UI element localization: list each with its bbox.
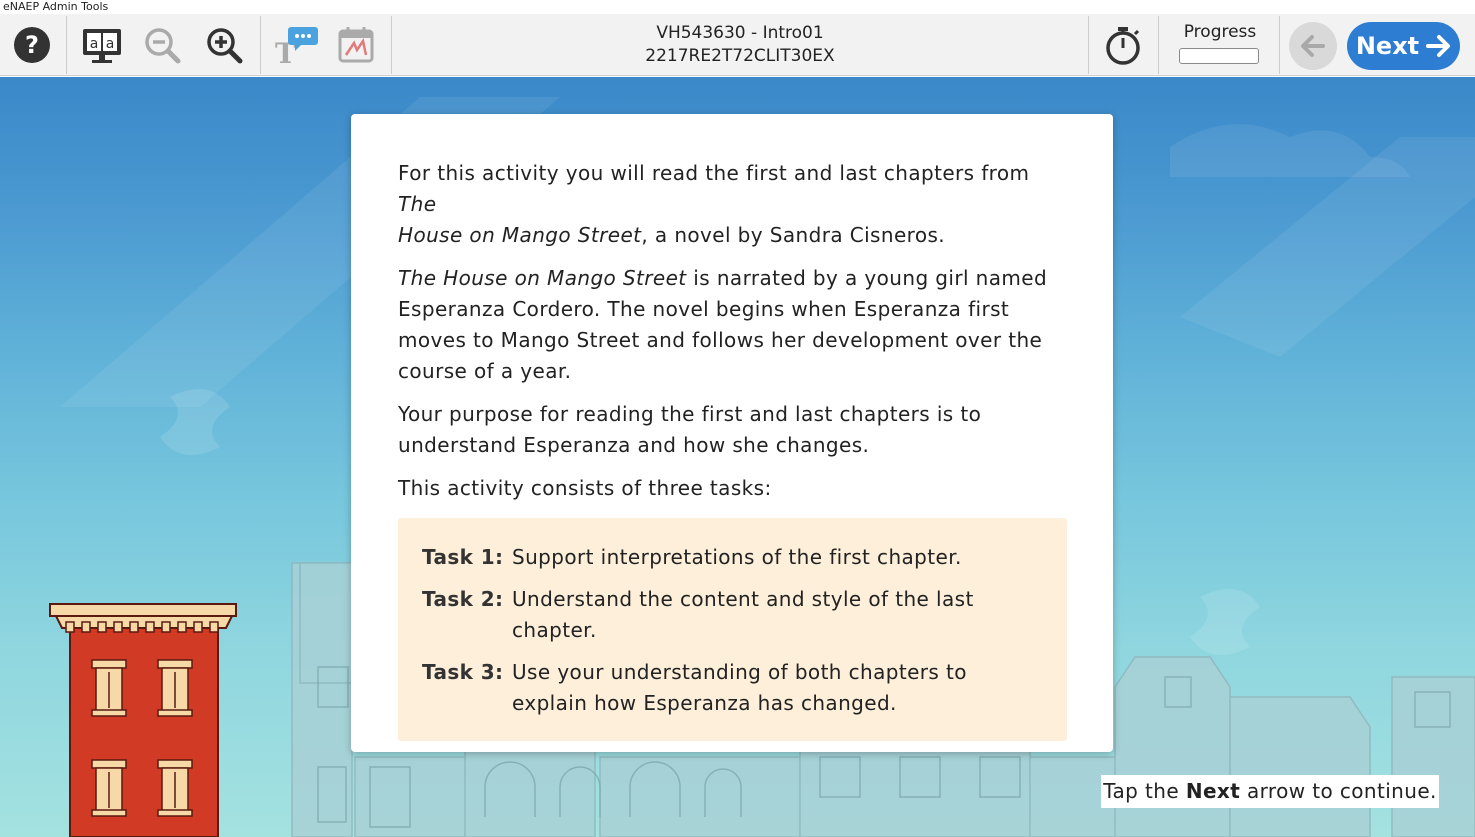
book-title: The House on Mango Street — [398, 266, 687, 290]
hint-text: arrow to continue. — [1240, 779, 1437, 803]
intro-paragraph-4: This activity consists of three tasks: — [398, 476, 772, 500]
intro-text: For this activity you will read the firs… — [398, 161, 1030, 185]
book-title: The — [398, 192, 437, 216]
next-button-label: Next — [1355, 32, 1420, 60]
read-aloud-icon[interactable]: aa — [78, 14, 126, 76]
task-text: Understand the content and style of the … — [512, 587, 974, 642]
zoom-out-icon[interactable] — [140, 14, 184, 76]
task-list: Task 1: Support interpretations of the fi… — [398, 518, 1067, 741]
toolbar: ? aa T VH543630 - Intro01 2217RE2T72CLIT… — [0, 14, 1475, 76]
zoom-in-icon[interactable] — [202, 14, 246, 76]
progress-bar — [1179, 48, 1259, 64]
item-id: VH543630 - Intro01 — [656, 23, 824, 43]
svg-text:a: a — [106, 36, 115, 52]
toolbar-divider — [1279, 16, 1280, 74]
text-help-icon[interactable]: T — [270, 14, 320, 76]
help-icon[interactable]: ? — [10, 14, 54, 76]
hint-emphasis: Next — [1185, 779, 1241, 803]
task-label: Task 3: — [422, 660, 504, 684]
task-label: Task 2: — [422, 587, 504, 611]
block-id: 2217RE2T72CLIT30EX — [645, 46, 835, 66]
svg-text:a: a — [90, 36, 99, 52]
content-stage: For this activity you will read the firs… — [0, 77, 1475, 837]
toolbar-divider — [260, 16, 261, 74]
task-text: Use your understanding of both chapters … — [512, 660, 967, 715]
next-button[interactable]: Next — [1347, 22, 1460, 70]
progress-label: Progress — [1183, 22, 1257, 42]
toolbar-divider — [1088, 16, 1089, 74]
next-hint: Tap the Next arrow to continue. — [1101, 775, 1439, 808]
intro-card: For this activity you will read the firs… — [351, 114, 1113, 752]
back-arrow-icon — [1301, 35, 1325, 57]
svg-text:?: ? — [25, 31, 39, 59]
window-title: eNAEP Admin Tools — [0, 0, 1475, 14]
task-label: Task 1: — [422, 545, 504, 569]
scratchwork-icon[interactable] — [334, 14, 378, 76]
book-title: House on Mango Street — [398, 223, 642, 247]
toolbar-divider — [1158, 16, 1159, 74]
task-text: Support interpretations of the first cha… — [512, 545, 962, 569]
intro-paragraph-3: Your purpose for reading the first and l… — [398, 402, 982, 457]
intro-text: , a novel by Sandra Cisneros. — [641, 223, 946, 247]
next-arrow-icon — [1426, 35, 1451, 57]
toolbar-divider — [66, 16, 67, 74]
back-button[interactable] — [1289, 22, 1337, 70]
item-title: VH543630 - Intro01 2217RE2T72CLIT30EX — [560, 22, 920, 68]
intro-paragraph-1: For this activity you will read the firs… — [398, 158, 1067, 251]
timer-icon[interactable] — [1100, 14, 1146, 76]
toolbar-divider — [391, 16, 392, 74]
task-item: Task 3: Use your understanding of both ch… — [422, 657, 1047, 719]
hint-text: Tap the — [1103, 779, 1186, 803]
task-item: Task 1: Support interpretations of the fi… — [422, 542, 1047, 573]
task-item: Task 2: Understand the content and style … — [422, 584, 1047, 646]
intro-paragraph-2: The House on Mango Street is narrated by… — [398, 263, 1067, 387]
